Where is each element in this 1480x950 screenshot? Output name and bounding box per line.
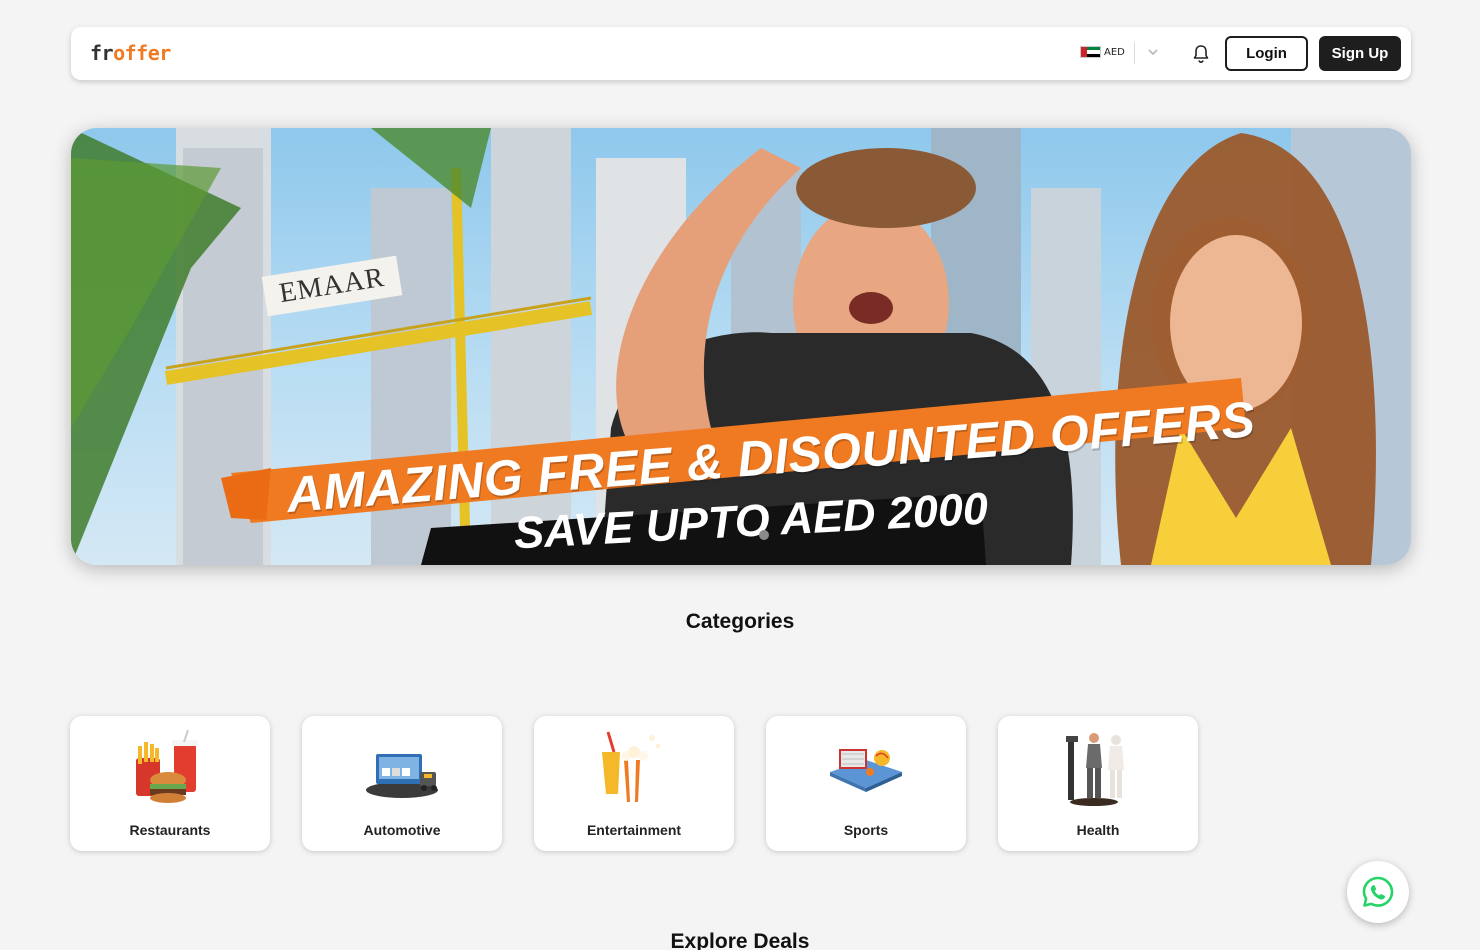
currency-code: AED	[1104, 46, 1125, 58]
category-label: Entertainment	[586, 822, 682, 838]
category-label: Restaurants	[129, 822, 211, 838]
explore-deals-title: Explore Deals	[670, 930, 810, 950]
whatsapp-button[interactable]	[1347, 861, 1409, 923]
health-icon	[1066, 733, 1124, 806]
signup-button[interactable]: Sign Up	[1319, 36, 1401, 71]
uae-flag-icon	[1080, 46, 1101, 58]
whatsapp-icon	[1362, 876, 1394, 907]
automotive-icon	[366, 754, 438, 798]
category-label: Sports	[843, 822, 889, 838]
top-navbar: froffer AED Login Sign Up	[71, 27, 1411, 80]
category-card-entertainment[interactable]: Entertainment	[534, 716, 734, 851]
category-label: Automotive	[363, 822, 441, 838]
category-card-automotive[interactable]: Automotive	[302, 716, 502, 851]
currency-selector[interactable]: AED	[1080, 46, 1125, 58]
categories-title: Categories	[685, 610, 795, 633]
category-card-health[interactable]: Health	[998, 716, 1198, 851]
bell-icon[interactable]	[1190, 43, 1212, 65]
logo-part-1: fr	[90, 41, 114, 65]
sports-icon	[830, 749, 902, 792]
category-label: Health	[1076, 822, 1120, 838]
froffer-logo[interactable]: froffer	[90, 41, 171, 65]
category-card-sports[interactable]: Sports	[766, 716, 966, 851]
chevron-down-icon[interactable]	[1146, 45, 1160, 59]
navbar-divider	[1134, 42, 1135, 64]
category-card-restaurants[interactable]: Restaurants	[70, 716, 270, 851]
restaurant-icon	[136, 729, 198, 803]
entertainment-icon	[602, 731, 661, 802]
logo-part-2: offer	[113, 41, 171, 65]
hero-banner[interactable]: EMAAR AMAZING FREE & DISOUNTED OFFERS SA…	[71, 128, 1411, 565]
login-button[interactable]: Login	[1225, 36, 1308, 71]
carousel-dot[interactable]	[759, 530, 769, 540]
